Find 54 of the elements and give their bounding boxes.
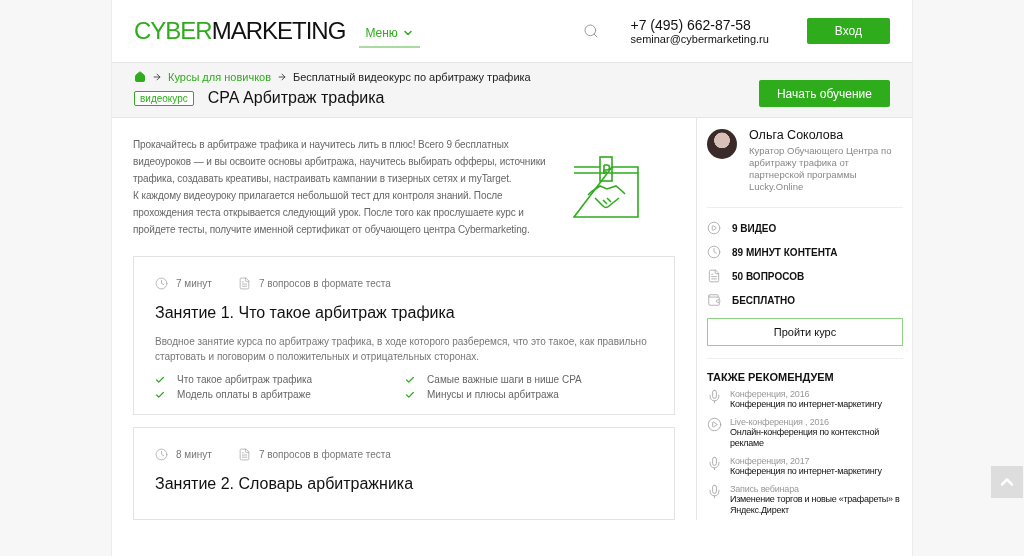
money-handshake-drawing	[573, 156, 639, 218]
home-icon[interactable]	[134, 71, 146, 83]
lesson-description: Вводное занятие курса по арбитражу трафика, в ходе которого разберемся, что это такое, как правильно стартовать и поговорим о положительных и отрицательных сторонах.	[155, 335, 648, 364]
check-icon	[155, 389, 165, 400]
course-stat: 50 ВОПРОСОВ	[732, 270, 805, 282]
lesson-topic: Модель оплаты в арбитраже	[177, 389, 311, 400]
microphone-icon	[707, 484, 722, 499]
recommend-item[interactable]: Конференция, 2016 Конференция по интернет-маркетингу	[707, 389, 903, 410]
lesson-title: Занятие 2. Словарь арбитражника	[155, 475, 415, 493]
microphone-icon	[707, 456, 722, 471]
check-icon	[155, 374, 165, 385]
lesson-duration: 8 минут	[176, 449, 212, 460]
intro-paragraph: К каждому видеоуроку прилагается небольшой тест для контроля знаний. После прохождения теста открывается следующий урок. После того как прослушаете курс и пройдете тесты, получите именной сертификат от обучающего центра Cybermarketing.	[133, 189, 531, 237]
intro-paragraph: Прокачайтесь в арбитраже трафика и научитесь лить в плюс! Всего 9 бесплатных видеоуроков — и вы освоите основы арбитража, научитесь выбирать офферы, источники трафика, создавать креативы, настраивать кампании в тизерных сетях и myTarget.	[133, 138, 547, 186]
recommend-item[interactable]: Запись вебинара Изменение торгов и новые «трафареты» в Яндекс.Директ	[707, 484, 903, 516]
course-type-tag: видеокурс	[134, 90, 194, 106]
course-stat: 9 ВИДЕО	[732, 222, 777, 234]
course-stat: 89 МИНУТ КОНТЕНТА	[732, 246, 838, 258]
email-address: seminar@cybermarketing.ru	[630, 33, 769, 45]
breadcrumb-current: Бесплатный видеокурс по арбитражу трафика	[293, 71, 531, 83]
arrow-icon	[152, 72, 162, 82]
lesson-questions: 7 вопросов в формате теста	[258, 449, 391, 460]
author-name: Ольга Соколова	[749, 128, 845, 142]
lesson-title: Занятие 1. Что такое арбитраж трафика	[155, 304, 456, 322]
course-title: CPA Арбитраж трафика	[207, 89, 385, 107]
take-course-button[interactable]: Пройти курс	[707, 318, 903, 346]
arrow-icon	[277, 72, 288, 82]
lesson-duration: 7 минут	[176, 278, 212, 289]
microphone-icon	[707, 389, 722, 404]
check-icon	[405, 389, 415, 400]
play-icon	[707, 221, 721, 235]
recommend-heading: ТАКЖЕ РЕКОМЕНДУЕМ	[707, 358, 903, 383]
document-icon	[237, 277, 251, 290]
wallet-icon	[707, 293, 721, 307]
play-icon	[707, 417, 722, 432]
lesson-topic: Минусы и плюсы арбитража	[427, 389, 559, 400]
clock-icon	[707, 245, 721, 259]
logo[interactable]: CYBERMARKETING	[134, 17, 346, 45]
search-icon[interactable]	[582, 23, 599, 39]
document-icon	[707, 269, 721, 283]
lesson-topic: Что такое арбитраж трафика	[177, 374, 313, 385]
scroll-to-top-button[interactable]	[991, 466, 1023, 498]
clock-icon	[155, 277, 168, 290]
phone-number: +7 (495) 662-87-58	[630, 17, 752, 33]
document-icon	[237, 448, 251, 461]
avatar	[707, 129, 737, 159]
lesson-questions: 7 вопросов в формате теста	[258, 278, 391, 289]
author-role: Куратор Обучающего Центра по арбитражу трафика от партнерской программы Lucky.Online	[749, 145, 893, 193]
clock-icon	[155, 448, 168, 461]
lesson-topic: Самые важные шаги в нише CPA	[427, 374, 582, 385]
course-stat: БЕСПЛАТНО	[732, 294, 796, 306]
recommend-item[interactable]: Live-конференция , 2016 Онлайн-конференция по контекстной рекламе	[707, 417, 903, 449]
check-icon	[405, 374, 415, 385]
recommend-item[interactable]: Конференция, 2017 Конференция по интернет-маркетингу	[707, 456, 903, 477]
